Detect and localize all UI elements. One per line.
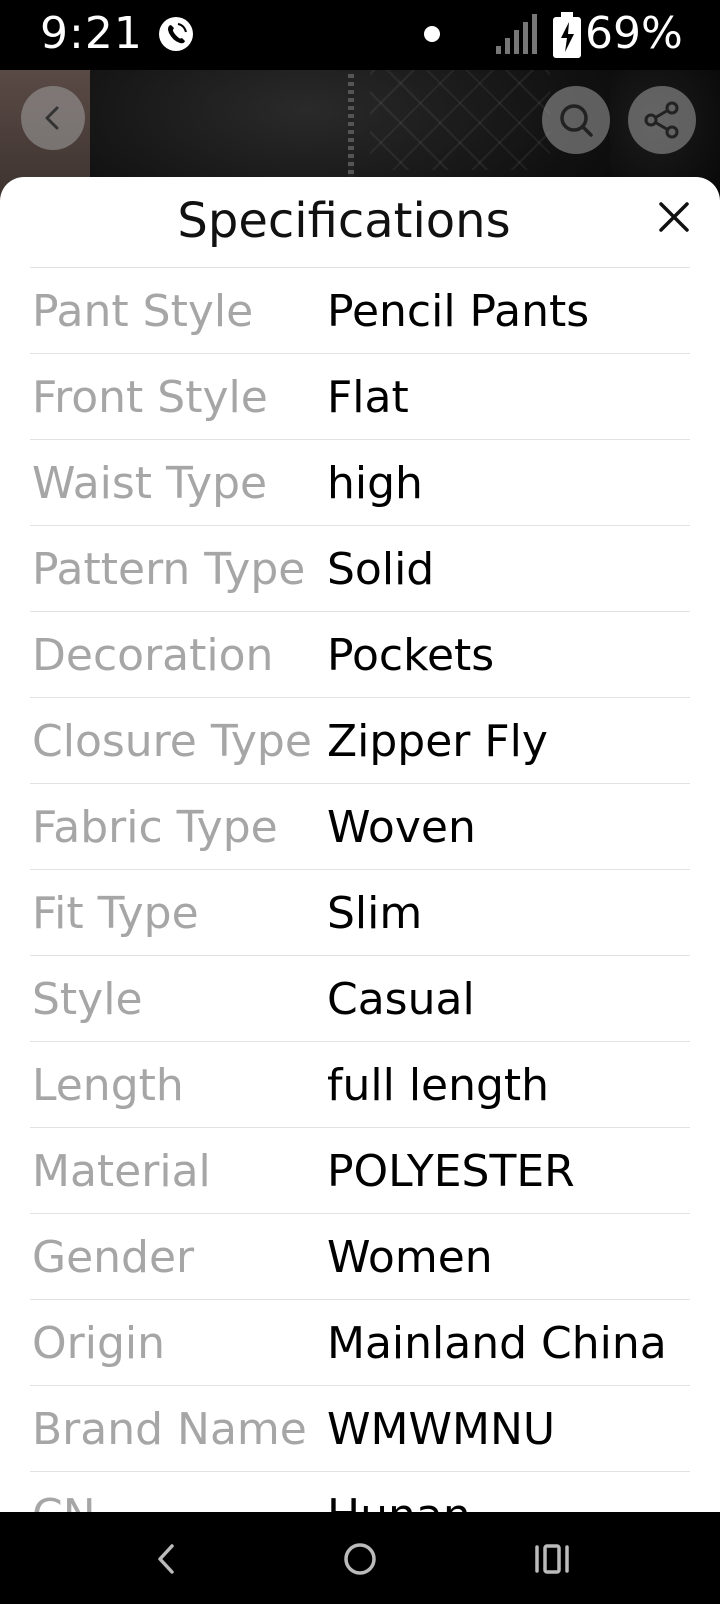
spec-value: POLYESTER — [327, 1146, 575, 1197]
spec-row: Brand Name WMWMNU — [30, 1385, 690, 1471]
close-icon[interactable] — [656, 199, 692, 235]
spec-row: Front Style Flat — [30, 353, 690, 439]
spec-value: Pencil Pants — [327, 286, 590, 337]
navigation-bar — [0, 1512, 720, 1604]
spec-label: Pattern Type — [32, 544, 306, 595]
spec-label: Pant Style — [32, 286, 254, 337]
spec-value: full length — [327, 1060, 550, 1111]
nav-recents-icon[interactable] — [527, 1534, 577, 1584]
spec-row: Origin Mainland China — [30, 1299, 690, 1385]
specifications-sheet: Specifications Pant Style Pencil Pants F… — [0, 177, 720, 1512]
spec-label: Decoration — [32, 630, 274, 681]
spec-label: Gender — [32, 1232, 195, 1283]
spec-label: Waist Type — [32, 458, 268, 509]
spec-row: Gender Women — [30, 1213, 690, 1299]
chevron-left-icon — [45, 106, 59, 130]
spec-row: Length full length — [30, 1041, 690, 1127]
spec-value: Slim — [327, 888, 423, 939]
spec-value: Zipper Fly — [327, 716, 548, 767]
zipper — [348, 70, 354, 180]
spec-row: Material POLYESTER — [30, 1127, 690, 1213]
back-button[interactable] — [21, 86, 85, 150]
spec-label: Style — [32, 974, 143, 1025]
nav-home-icon[interactable] — [335, 1534, 385, 1584]
spec-row: Style Casual — [30, 955, 690, 1041]
search-icon — [560, 104, 593, 137]
spec-row: Closure Type Zipper Fly — [30, 697, 690, 783]
quilted-panel — [370, 70, 550, 170]
spec-label: Brand Name — [32, 1404, 307, 1455]
nav-back-icon[interactable] — [142, 1534, 192, 1584]
status-time: 9:21 — [40, 8, 143, 59]
notification-dot — [424, 26, 440, 42]
spec-label: Material — [32, 1146, 211, 1197]
spec-row: CN Hunan — [30, 1471, 690, 1512]
spec-row: Pattern Type Solid — [30, 525, 690, 611]
spec-value: Women — [327, 1232, 493, 1283]
spec-label: Closure Type — [32, 716, 312, 767]
spec-label: Length — [32, 1060, 184, 1111]
spec-row: Decoration Pockets — [30, 611, 690, 697]
spec-value: Flat — [327, 372, 409, 423]
status-bar: 9:21 69% — [0, 0, 720, 70]
spec-label: Origin — [32, 1318, 165, 1369]
spec-label: Fabric Type — [32, 802, 278, 853]
battery-percent: 69% — [585, 8, 683, 59]
spec-value: Solid — [327, 544, 435, 595]
spec-value: Mainland China — [327, 1318, 667, 1369]
signal-icon — [496, 14, 537, 54]
spec-value: Woven — [327, 802, 476, 853]
spec-label: Fit Type — [32, 888, 199, 939]
wifi-call-icon — [159, 17, 193, 51]
battery-charging-icon — [553, 12, 581, 58]
spec-list: Pant Style Pencil Pants Front Style Flat… — [30, 267, 690, 1512]
spec-label: Front Style — [32, 372, 268, 423]
search-button[interactable] — [542, 86, 610, 154]
spec-label: CN — [32, 1490, 96, 1512]
spec-row: Pant Style Pencil Pants — [30, 267, 690, 353]
spec-row: Fit Type Slim — [30, 869, 690, 955]
share-icon — [644, 101, 679, 139]
share-button[interactable] — [628, 86, 696, 154]
spec-value: Casual — [327, 974, 475, 1025]
spec-value: Hunan — [327, 1490, 471, 1512]
spec-value: WMWMNU — [327, 1404, 556, 1455]
sheet-title: Specifications — [177, 193, 511, 249]
spec-row: Fabric Type Woven — [30, 783, 690, 869]
spec-value: Pockets — [327, 630, 495, 681]
spec-row: Waist Type high — [30, 439, 690, 525]
spec-value: high — [327, 458, 423, 509]
